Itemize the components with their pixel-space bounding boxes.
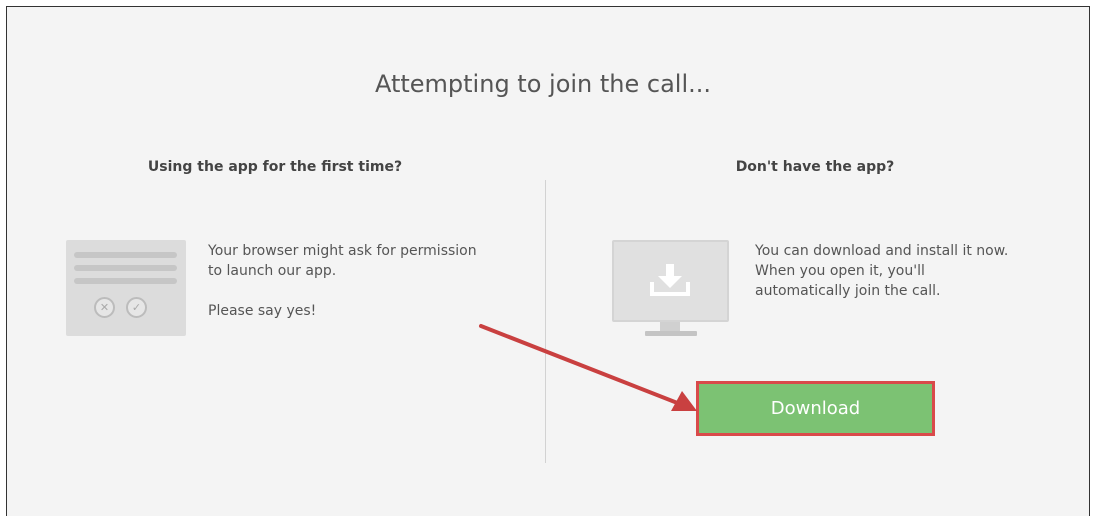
dialog-line xyxy=(74,265,177,271)
download-info-text: You can download and install it now. Whe… xyxy=(755,243,1009,299)
column-divider xyxy=(545,180,546,463)
page-title: Attempting to join the call... xyxy=(374,70,712,98)
dialog-line xyxy=(74,252,177,258)
permission-info: Your browser might ask for permission to… xyxy=(208,241,478,341)
download-arrow-icon xyxy=(650,264,690,296)
x-circle-icon: ✕ xyxy=(94,297,115,318)
no-app-heading: Don't have the app? xyxy=(735,159,895,175)
say-yes-text: Please say yes! xyxy=(208,303,317,319)
dialog-line xyxy=(74,278,177,284)
monitor-base xyxy=(645,331,697,336)
download-button[interactable]: Download xyxy=(696,381,935,436)
check-circle-icon: ✓ xyxy=(126,297,147,318)
monitor-stand xyxy=(660,322,680,331)
first-time-heading: Using the app for the first time? xyxy=(147,159,403,175)
permission-text: Your browser might ask for permission to… xyxy=(208,243,477,279)
permission-dialog-illustration: ✕ ✓ xyxy=(66,240,186,336)
monitor-download-icon xyxy=(612,240,729,322)
